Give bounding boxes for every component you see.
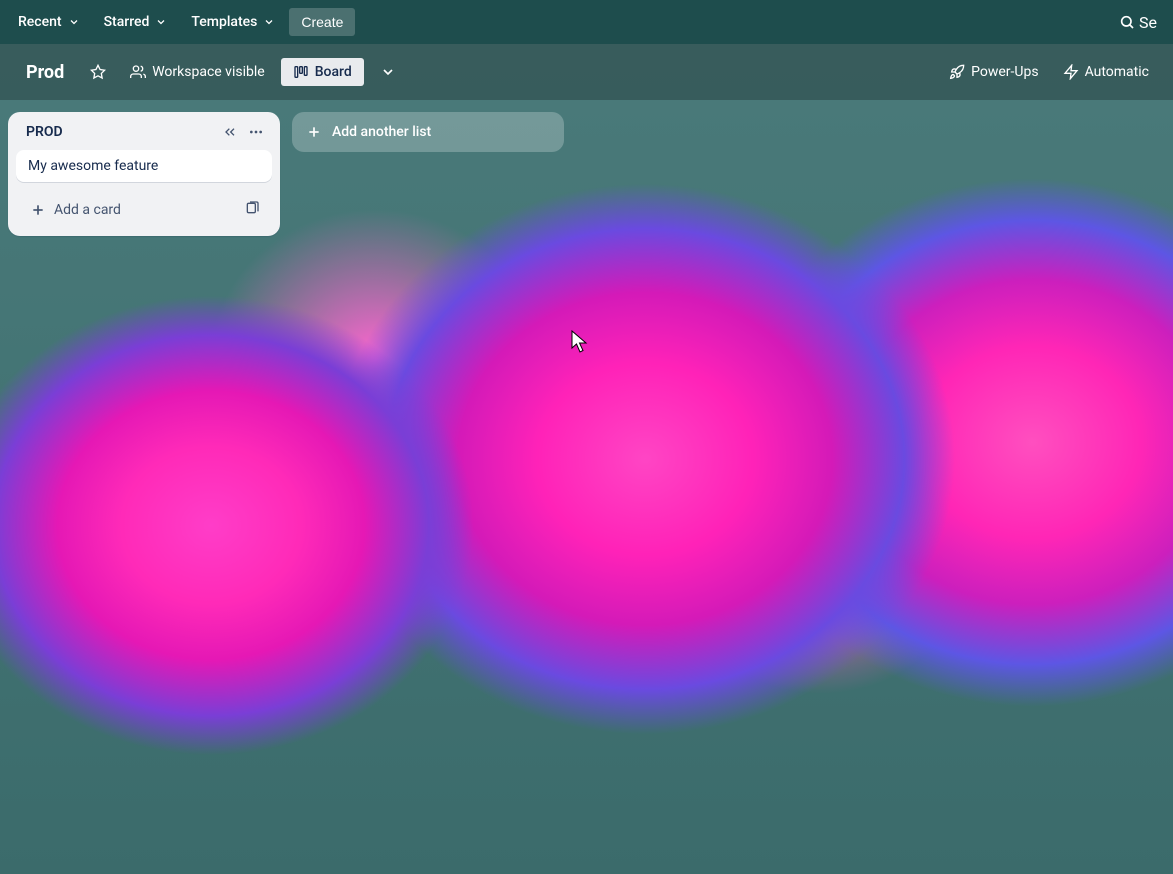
list-title[interactable]: PROD [26, 124, 63, 140]
card[interactable]: My awesome feature [16, 150, 272, 182]
add-list-label: Add another list [332, 124, 431, 140]
chevron-down-icon [155, 16, 167, 28]
card-template-button[interactable] [238, 194, 266, 226]
people-icon [130, 64, 146, 80]
board-icon [293, 64, 309, 80]
list-header: PROD [16, 120, 272, 142]
power-ups-button[interactable]: Power-Ups [941, 58, 1046, 86]
star-board-button[interactable] [82, 58, 114, 86]
star-icon [90, 64, 106, 80]
chevron-down-icon [263, 16, 275, 28]
workspace-visibility-button[interactable]: Workspace visible [122, 58, 272, 86]
template-icon [244, 200, 260, 216]
board-title[interactable]: Prod [16, 62, 74, 83]
chevron-down-icon [68, 16, 80, 28]
automation-button[interactable]: Automatic [1055, 58, 1157, 86]
power-ups-label: Power-Ups [971, 64, 1038, 80]
add-list-button[interactable]: Add another list [292, 112, 564, 152]
nav-starred[interactable]: Starred [94, 8, 178, 36]
rocket-icon [949, 64, 965, 80]
bolt-icon [1063, 64, 1079, 80]
list: PROD My awesome feature Add a card [8, 112, 280, 236]
card-title: My awesome feature [28, 158, 158, 174]
add-card-button[interactable]: Add a card [22, 196, 238, 224]
board-view-chevron[interactable] [372, 58, 404, 86]
list-menu-icon[interactable] [248, 124, 264, 140]
search-label: Se [1139, 13, 1157, 32]
create-button[interactable]: Create [289, 8, 355, 36]
nav-templates-label: Templates [191, 14, 257, 30]
board-header: Prod Workspace visible Board Power-Ups [0, 44, 1173, 100]
nav-starred-label: Starred [104, 14, 150, 30]
board-lists-container: PROD My awesome feature Add a card [0, 100, 1173, 248]
workspace-visibility-label: Workspace visible [152, 64, 264, 80]
chevron-down-icon [380, 64, 396, 80]
collapse-list-icon[interactable] [222, 124, 238, 140]
automation-label: Automatic [1085, 64, 1149, 80]
plus-icon [306, 124, 322, 140]
board-view-label: Board [315, 64, 352, 80]
top-nav: Recent Starred Templates Create Se [0, 0, 1173, 44]
plus-icon [30, 202, 46, 218]
board-view-switcher[interactable]: Board [281, 58, 364, 86]
nav-recent-label: Recent [18, 14, 62, 30]
add-card-label: Add a card [54, 202, 121, 218]
nav-recent[interactable]: Recent [8, 8, 90, 36]
list-footer: Add a card [16, 190, 272, 228]
search-icon [1119, 14, 1135, 30]
nav-templates[interactable]: Templates [181, 8, 285, 36]
search-button[interactable]: Se [1111, 7, 1165, 38]
